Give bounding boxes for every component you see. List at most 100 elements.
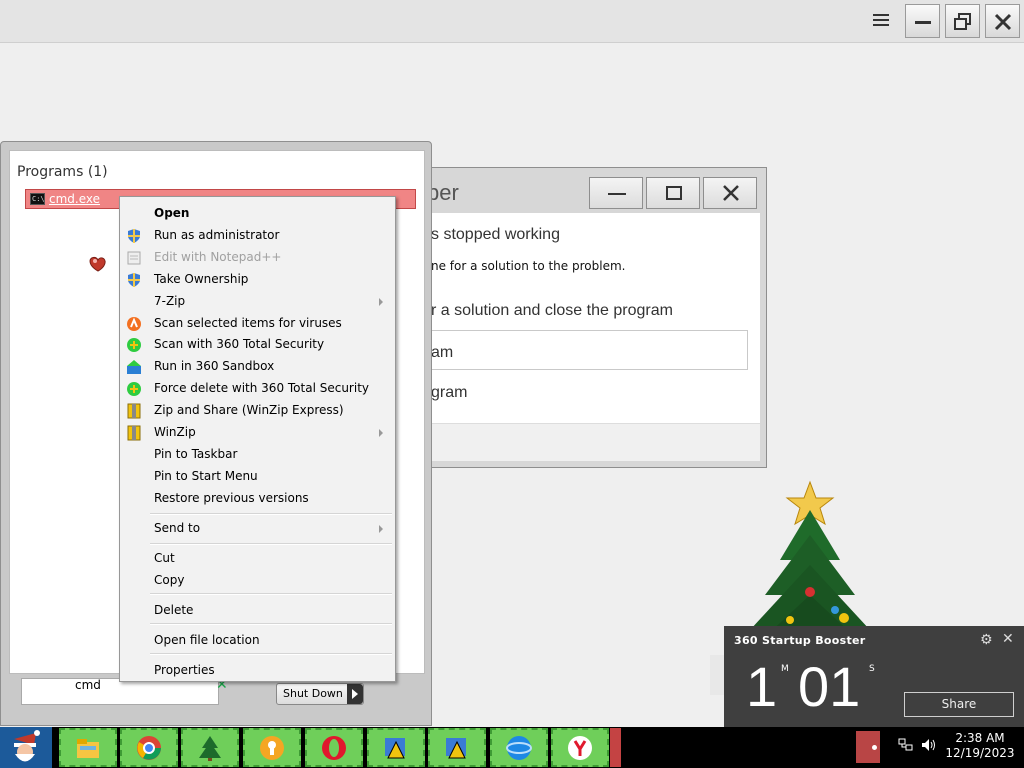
- santa-start-icon: [14, 730, 40, 762]
- winzip-icon: [126, 425, 142, 441]
- network-icon[interactable]: [898, 738, 914, 752]
- uac-shield-icon: [126, 228, 142, 244]
- taskbar-pinned-app[interactable]: [551, 728, 609, 767]
- volume-icon[interactable]: [921, 738, 937, 752]
- context-menu-item[interactable]: Run as administrator: [120, 225, 395, 247]
- menu-separator: [150, 513, 392, 515]
- close-program-option-box[interactable]: [421, 330, 748, 370]
- context-menu-item-label: Pin to Start Menu: [154, 469, 258, 483]
- context-menu-item[interactable]: Take Ownership: [120, 269, 395, 291]
- context-menu-item-label: Scan with 360 Total Security: [154, 337, 325, 351]
- check-online-text: ne for a solution to the problem.: [431, 259, 626, 273]
- context-menu: Open Run as administrator Edit with Notepa…: [119, 196, 396, 682]
- context-menu-item[interactable]: Open: [120, 203, 395, 225]
- gear-icon[interactable]: ⚙: [980, 632, 993, 648]
- crash-maximize-button[interactable]: [646, 177, 700, 209]
- debug-program-option[interactable]: gram: [431, 384, 467, 402]
- crash-close-button[interactable]: [703, 177, 757, 209]
- programs-heading: Programs (1): [17, 164, 108, 180]
- context-menu-item-label: Scan selected items for viruses: [154, 316, 342, 330]
- minimize-icon: [608, 193, 626, 195]
- taskbar-pinned-app[interactable]: [428, 728, 486, 767]
- context-menu-item[interactable]: Scan with 360 Total Security: [120, 334, 395, 356]
- share-button[interactable]: Share: [904, 692, 1014, 717]
- restore-icon: [954, 13, 971, 30]
- taskbar-pinned-app[interactable]: [367, 728, 425, 767]
- menu-separator: [150, 623, 392, 625]
- minutes-unit: M: [781, 664, 789, 674]
- tray-app-indicator[interactable]: [856, 731, 880, 763]
- start-search-input[interactable]: [21, 678, 219, 705]
- restore-button[interactable]: [945, 4, 980, 38]
- minimize-button[interactable]: [905, 4, 940, 38]
- submenu-arrow-icon: [379, 298, 383, 306]
- seconds-unit: S: [869, 664, 875, 674]
- keyhole-app-icon: [260, 736, 284, 760]
- menu-separator: [150, 653, 392, 655]
- crash-dialog-footer: [413, 423, 760, 461]
- taskbar-pinned-app[interactable]: [490, 728, 548, 767]
- 360-security-icon: [126, 381, 142, 397]
- maximize-icon: [666, 186, 682, 200]
- context-menu-item: Edit with Notepad++: [120, 247, 395, 269]
- close-icon[interactable]: ✕: [1002, 631, 1014, 647]
- context-menu-item-label: Open file location: [154, 633, 260, 647]
- close-program-option[interactable]: am: [431, 344, 453, 362]
- context-menu-item[interactable]: Copy: [120, 570, 395, 592]
- context-menu-item[interactable]: Send to: [120, 518, 395, 540]
- context-menu-item[interactable]: WinZip: [120, 422, 395, 444]
- context-menu-item-label: Delete: [154, 603, 194, 617]
- context-menu-item[interactable]: Cut: [120, 548, 395, 570]
- taskbar-pinned-app[interactable]: [181, 728, 239, 767]
- start-button[interactable]: [0, 727, 52, 768]
- context-menu-item[interactable]: Force delete with 360 Total Security: [120, 378, 395, 400]
- stopped-working-text: s stopped working: [431, 226, 560, 243]
- context-menu-item[interactable]: Properties: [120, 660, 395, 682]
- context-menu-item-label: Pin to Taskbar: [154, 447, 238, 461]
- context-menu-item[interactable]: Pin to Taskbar: [120, 444, 395, 466]
- shutdown-options-arrow[interactable]: [347, 684, 363, 704]
- yandex-icon: [568, 736, 592, 760]
- context-menu-item[interactable]: Pin to Start Menu: [120, 466, 395, 488]
- opera-icon: [322, 736, 346, 760]
- context-menu-item-label: Send to: [154, 521, 201, 535]
- hamburger-icon[interactable]: [873, 12, 889, 28]
- context-menu-item-label: Cut: [154, 551, 175, 565]
- context-menu-item-label: Take Ownership: [154, 272, 249, 286]
- context-menu-item-label: Zip and Share (WinZip Express): [154, 403, 344, 417]
- taskbar-pinned-app[interactable]: [305, 728, 363, 767]
- context-menu-item-label: Run in 360 Sandbox: [154, 359, 275, 373]
- search-result-label: cmd.exe: [49, 192, 101, 206]
- close-icon: [994, 13, 1012, 31]
- context-menu-item[interactable]: Open file location: [120, 630, 395, 652]
- context-menu-item-label: Copy: [154, 573, 185, 587]
- taskbar-pinned-app[interactable]: [120, 728, 178, 767]
- shutdown-button[interactable]: Shut Down: [276, 683, 364, 705]
- context-menu-item[interactable]: Restore previous versions: [120, 488, 395, 510]
- menu-separator: [150, 593, 392, 595]
- close-icon: [723, 185, 739, 201]
- close-button[interactable]: [985, 4, 1020, 38]
- uac-shield-icon: [126, 272, 142, 288]
- christmas-tree-icon: [199, 736, 221, 761]
- globe-browser-icon: [506, 736, 532, 760]
- clock-date[interactable]: 12/19/2023: [944, 746, 1016, 760]
- context-menu-item[interactable]: Zip and Share (WinZip Express): [120, 400, 395, 422]
- cmd-icon: C:\: [30, 193, 45, 205]
- clock-time[interactable]: 2:38 AM: [950, 731, 1010, 745]
- taskbar-pinned-app[interactable]: [243, 728, 301, 767]
- context-menu-item[interactable]: Scan selected items for viruses: [120, 313, 395, 335]
- check-solution-option[interactable]: r a solution and close the program: [431, 302, 673, 320]
- 360-security-icon: [126, 337, 142, 353]
- context-menu-item[interactable]: Run in 360 Sandbox: [120, 356, 395, 378]
- taskbar-pinned-app[interactable]: [59, 728, 117, 767]
- context-menu-item-label: Run as administrator: [154, 228, 280, 242]
- taskbar-show-more[interactable]: [610, 728, 621, 767]
- 360-sandbox-icon: [126, 359, 142, 375]
- crash-minimize-button[interactable]: [589, 177, 643, 209]
- context-menu-item[interactable]: Delete: [120, 600, 395, 622]
- boot-seconds: 01: [798, 655, 861, 718]
- context-menu-item[interactable]: 7-Zip: [120, 291, 395, 313]
- minimize-icon: [915, 21, 931, 24]
- context-menu-item-label: Edit with Notepad++: [154, 250, 282, 264]
